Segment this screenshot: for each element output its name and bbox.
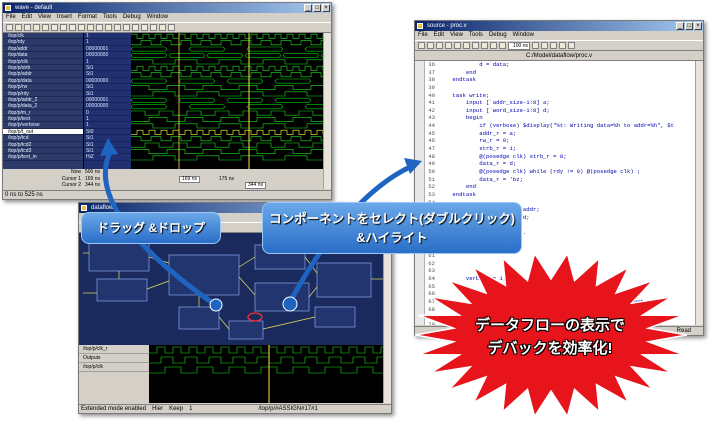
drag-drop-callout: ドラッグ &ドロップ [81,212,221,244]
burst-line1: データフローの表示で [474,317,625,334]
drag-arrowhead [100,138,118,156]
select-callout-line1: コンポーネントをセレクト(ダブルクリック) [269,212,515,226]
select-source-dot [282,296,298,312]
select-highlight-callout: コンポーネントをセレクト(ダブルクリック) &ハイライト [262,202,522,254]
burst-line2: デバックを効率化! [487,340,613,357]
drag-target-dot [209,298,223,312]
select-callout-line2: &ハイライト [356,231,428,245]
starburst-text: データフローの表示で デバックを効率化! [430,314,670,360]
